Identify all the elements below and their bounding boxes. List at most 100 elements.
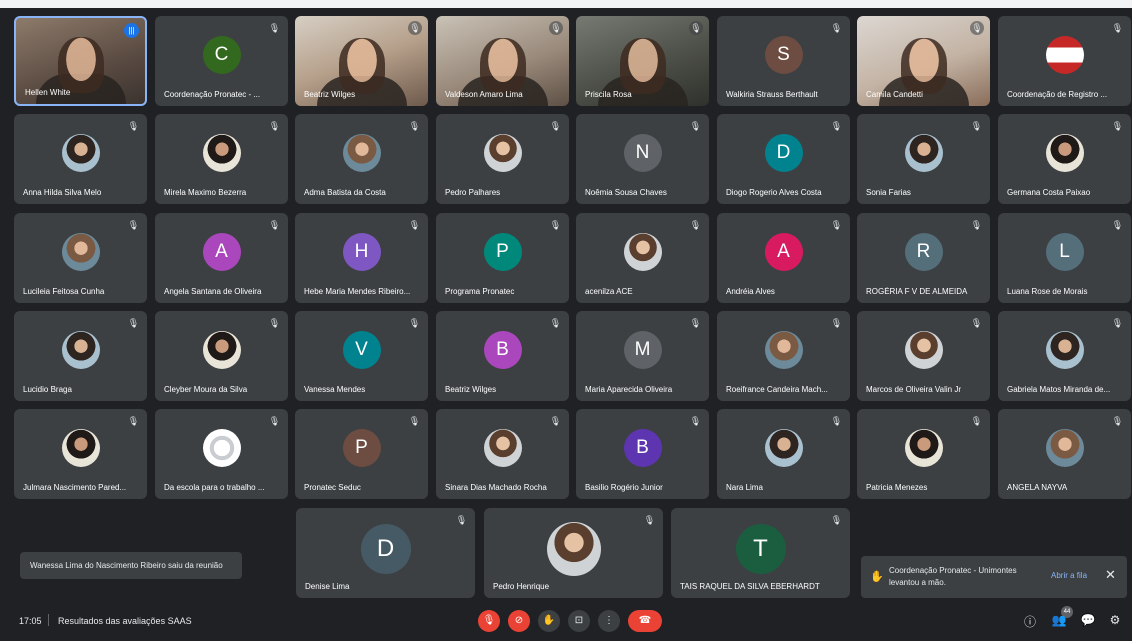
participant-tile[interactable]: S 🎙 Walkiria Strauss Berthault xyxy=(717,16,850,106)
participant-tile[interactable]: 🎙 Marcos de Oliveira Valin Jr xyxy=(857,311,990,401)
mic-off-icon: 🎙 xyxy=(643,515,656,525)
participant-tile[interactable]: 🎙 Nara Lima xyxy=(717,409,850,499)
mic-off-icon: 🎙 xyxy=(689,416,702,426)
avatar-photo xyxy=(1045,428,1084,467)
mic-off-icon: 🎙 xyxy=(127,416,140,426)
participant-tile[interactable]: D 🎙 Diogo Rogerio Alves Costa xyxy=(717,114,850,204)
camera-toggle-button[interactable]: ⊘ xyxy=(508,610,530,632)
mic-off-icon: 🎙 xyxy=(830,23,843,33)
avatar-photo xyxy=(1045,35,1084,74)
participant-tile[interactable]: H 🎙 Hebe Maria Mendes Ribeiro... xyxy=(295,213,428,303)
participant-name: Pedro Palhares xyxy=(445,188,501,197)
present-screen-button[interactable]: ⊡ xyxy=(568,610,590,632)
participant-tile[interactable]: 🎙 Roeifrance Candeira Mach... xyxy=(717,311,850,401)
participant-grid: ||| Hellen White C 🎙 Coordenação Pronatec - … xyxy=(0,0,1132,600)
mic-off-icon: 🎙 xyxy=(549,220,562,230)
participant-tile[interactable]: 🎙 Adma Batista da Costa xyxy=(295,114,428,204)
participant-tile[interactable]: 🎙 Da escola para o trabalho ... xyxy=(155,409,288,499)
participant-tile[interactable]: 🎙 acenilza ACE xyxy=(576,213,709,303)
mic-off-icon: 🎙 xyxy=(455,515,468,525)
avatar-initial: A xyxy=(764,232,803,271)
camera-off-icon: ⊘ xyxy=(514,615,524,626)
participant-tile[interactable]: 🎙 Mirela Maximo Bezerra xyxy=(155,114,288,204)
participant-tile[interactable]: 🎙 Patricia Menezes xyxy=(857,409,990,499)
avatar-photo xyxy=(483,428,522,467)
raise-hand-button[interactable]: ✋ xyxy=(538,610,560,632)
participant-name: Beatriz Wilges xyxy=(445,385,497,394)
close-icon[interactable]: ✕ xyxy=(1105,567,1116,583)
activities-icon: ⚙ xyxy=(1109,613,1121,627)
mic-off-icon: 🎙 xyxy=(1111,121,1124,131)
participant-tile[interactable]: R 🎙 ROGÉRIA F V DE ALMEIDA xyxy=(857,213,990,303)
participant-name: Camila Candetti xyxy=(866,90,923,99)
participant-tile[interactable]: A 🎙 Angela Santana de Oliveira xyxy=(155,213,288,303)
participant-tile[interactable]: V 🎙 Vanessa Mendes xyxy=(295,311,428,401)
participant-tile[interactable]: 🎙 ANGELA NAYVA xyxy=(998,409,1131,499)
participant-tile[interactable]: ||| Hellen White xyxy=(14,16,147,106)
participant-name: Da escola para o trabalho ... xyxy=(164,483,265,492)
participant-tile[interactable]: 🎙 Camila Candetti xyxy=(857,16,990,106)
participant-tile[interactable]: 🎙 Anna Hilda Silva Melo xyxy=(14,114,147,204)
participant-tile[interactable]: D 🎙 Denise Lima xyxy=(296,508,475,598)
participant-tile[interactable]: N 🎙 Noêmia Sousa Chaves xyxy=(576,114,709,204)
participant-name: Gabriela Matos Miranda de... xyxy=(1007,385,1111,394)
participant-tile[interactable]: B 🎙 Beatriz Wilges xyxy=(436,311,569,401)
video-feed-person xyxy=(338,37,385,94)
mic-off-icon: 🎙 xyxy=(830,121,843,131)
more-options-button[interactable]: ⋮ xyxy=(598,610,620,632)
mic-off-icon: 🎙 xyxy=(408,220,421,230)
participant-tile[interactable]: 🎙 Cleyber Moura da Silva xyxy=(155,311,288,401)
activities-button[interactable]: ⚙ xyxy=(1107,613,1123,627)
mic-off-icon: 🎙 xyxy=(127,121,140,131)
participant-tile[interactable]: 🎙 Julmara Nascimento Pared... xyxy=(14,409,147,499)
participant-tile[interactable]: 🎙 Germana Costa Paixao xyxy=(998,114,1131,204)
avatar-initial: P xyxy=(342,428,381,467)
participant-tile[interactable]: T 🎙 TAIS RAQUEL DA SILVA EBERHARDT xyxy=(671,508,850,598)
participant-tile[interactable]: 🎙 Valdeson Amaro Lima xyxy=(436,16,569,106)
participant-tile[interactable]: 🎙 Lucidio Braga xyxy=(14,311,147,401)
participant-name: Priscila Rosa xyxy=(585,90,632,99)
raised-hand-icon: ✋ xyxy=(870,571,884,583)
participant-name: Coordenação Pronatec - ... xyxy=(164,90,261,99)
mic-off-icon: 🎙 xyxy=(830,318,843,328)
avatar-photo xyxy=(342,133,381,172)
participant-tile[interactable]: 🎙 Sinara Dias Machado Rocha xyxy=(436,409,569,499)
participant-tile[interactable]: 🎙 Beatriz Wilges xyxy=(295,16,428,106)
meeting-info-button[interactable]: ⓘ xyxy=(1022,613,1038,630)
participant-tile[interactable]: 🎙 Gabriela Matos Miranda de... xyxy=(998,311,1131,401)
participant-name: Noêmia Sousa Chaves xyxy=(585,188,667,197)
avatar-photo xyxy=(1045,330,1084,369)
participant-tile[interactable]: 🎙 Pedro Henrique xyxy=(484,508,663,598)
participant-tile[interactable]: 🎙 Lucileia Feitosa Cunha xyxy=(14,213,147,303)
participant-tile[interactable]: C 🎙 Coordenação Pronatec - ... xyxy=(155,16,288,106)
participant-tile[interactable]: L 🎙 Luana Rose de Morais xyxy=(998,213,1131,303)
participant-tile[interactable]: 🎙 Sonia Farias xyxy=(857,114,990,204)
avatar-initial: V xyxy=(342,330,381,369)
participant-tile[interactable]: 🎙 Pedro Palhares xyxy=(436,114,569,204)
mic-off-icon: 🎙 xyxy=(549,121,562,131)
mic-off-icon: 🎙 xyxy=(268,318,281,328)
mic-off-icon: 🎙 xyxy=(482,615,496,626)
mic-off-icon: 🎙 xyxy=(1111,416,1124,426)
participant-tile[interactable]: M 🎙 Maria Aparecida Oliveira xyxy=(576,311,709,401)
microphone-toggle-button[interactable]: 🎙 xyxy=(478,610,500,632)
hand-icon: ✋ xyxy=(542,615,556,626)
chat-button[interactable]: 💬 xyxy=(1080,613,1096,627)
participant-name: Pronatec Seduc xyxy=(304,483,361,492)
participant-tile[interactable]: 🎙 Priscila Rosa xyxy=(576,16,709,106)
mic-off-icon: 🎙 xyxy=(830,220,843,230)
participant-tile[interactable]: P 🎙 Pronatec Seduc xyxy=(295,409,428,499)
avatar-initial: H xyxy=(342,232,381,271)
people-button[interactable]: 👥 xyxy=(1051,613,1067,627)
open-queue-link[interactable]: Abrir a fila xyxy=(1051,571,1087,580)
participant-name: Germana Costa Paixao xyxy=(1007,188,1091,197)
participant-tile[interactable]: 🎙 Coordenação de Registro ... xyxy=(998,16,1131,106)
mic-off-icon: 🎙 xyxy=(268,121,281,131)
participant-tile[interactable]: A 🎙 Andréia Alves xyxy=(717,213,850,303)
video-feed-person xyxy=(479,37,526,94)
leave-call-button[interactable]: ☎ xyxy=(628,610,662,632)
participant-tile[interactable]: P 🎙 Programa Pronatec xyxy=(436,213,569,303)
participant-name: ROGÉRIA F V DE ALMEIDA xyxy=(866,287,968,296)
participant-tile[interactable]: B 🎙 Basilio Rogério Junior xyxy=(576,409,709,499)
divider xyxy=(48,614,49,626)
